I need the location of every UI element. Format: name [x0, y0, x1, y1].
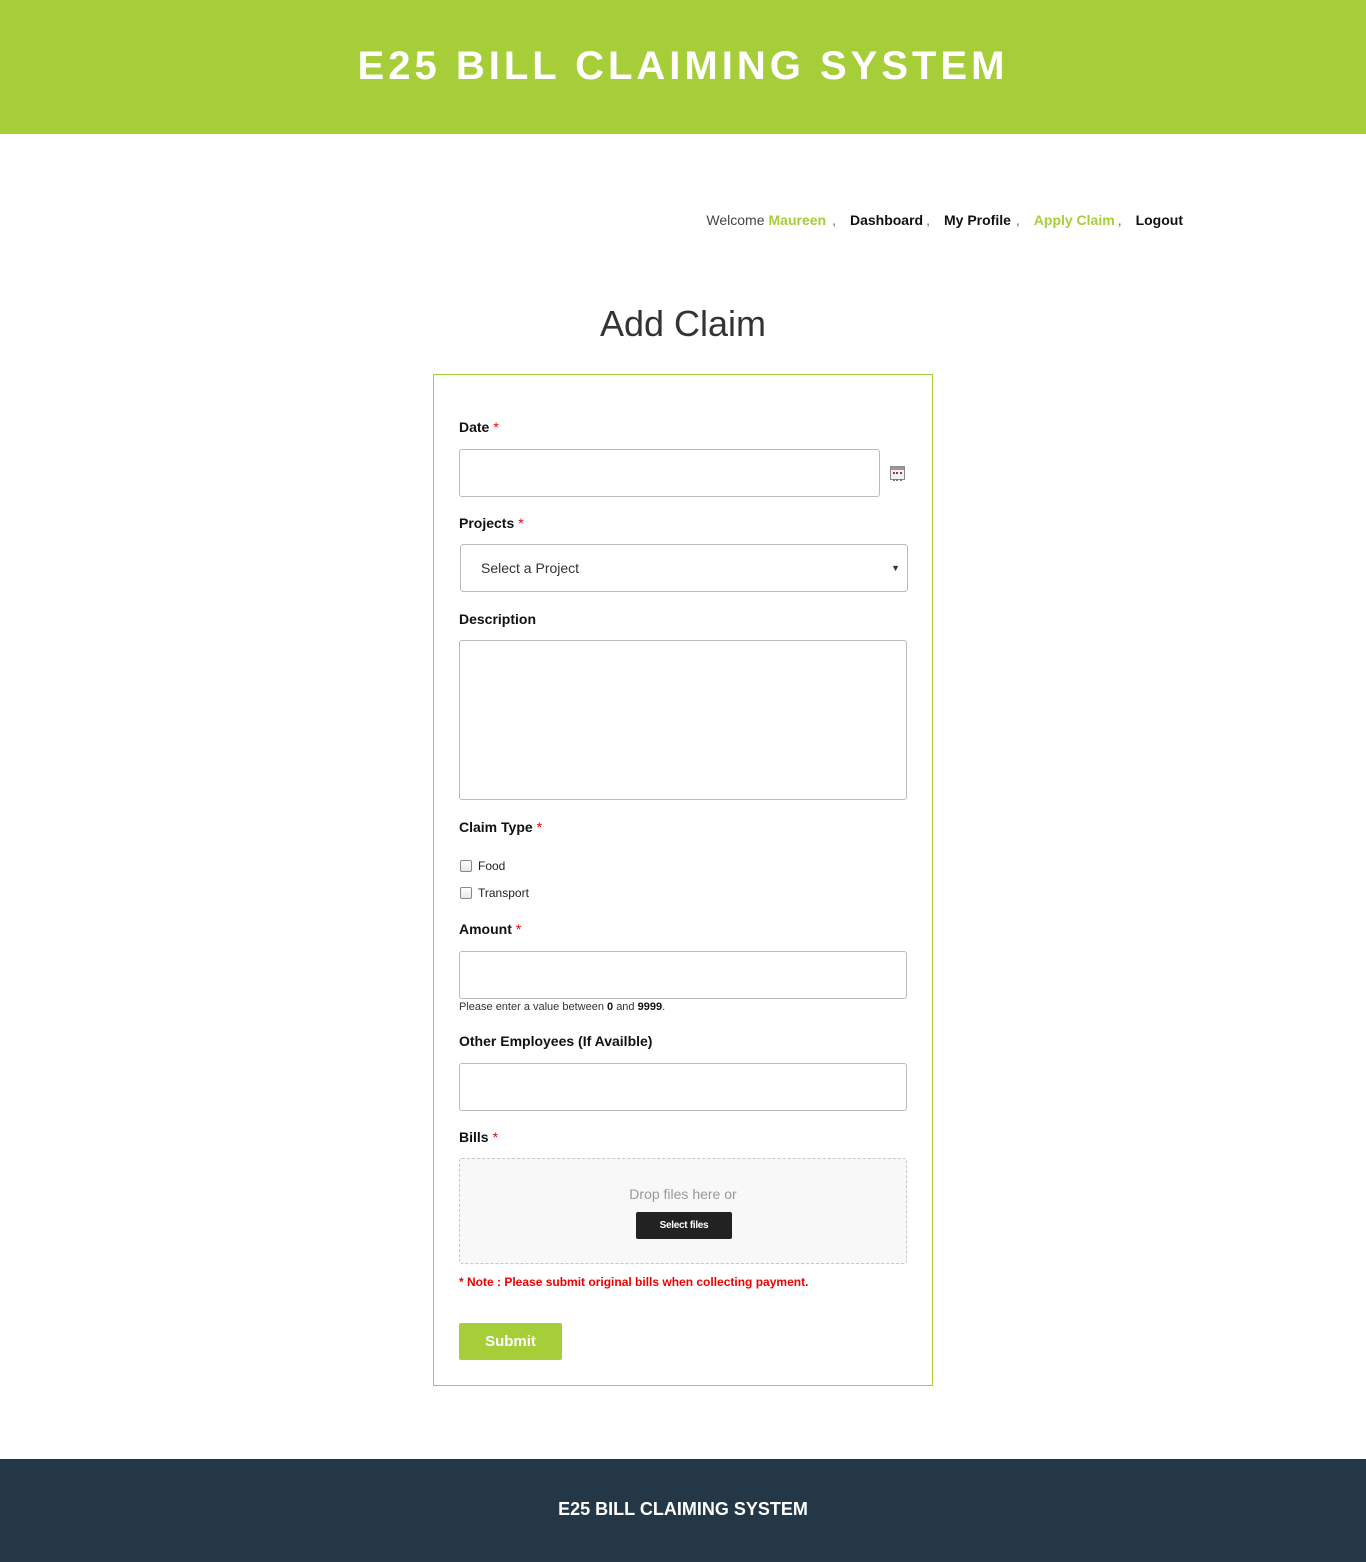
username: Maureen	[768, 212, 827, 228]
required-mark: *	[518, 515, 524, 531]
projects-label: Projects *	[459, 515, 524, 531]
site-footer: E25 BILL CLAIMING SYSTEM	[0, 1459, 1366, 1562]
description-label: Description	[459, 611, 537, 627]
payment-note: * Note : Please submit original bills wh…	[459, 1275, 809, 1289]
calendar-icon[interactable]	[890, 466, 905, 481]
site-header: E25 BILL CLAIMING SYSTEM	[0, 0, 1366, 134]
submit-button[interactable]: Submit	[459, 1323, 562, 1360]
required-mark: *	[515, 921, 522, 937]
nav-separator: ,	[1015, 212, 1020, 228]
nav-apply-claim-link[interactable]: Apply Claim	[1034, 212, 1115, 228]
required-mark: *	[492, 1129, 499, 1145]
nav-my-profile-link[interactable]: My Profile	[944, 212, 1011, 228]
welcome-text: Welcome	[706, 212, 765, 228]
bills-dropzone[interactable]: Drop files here or Select files	[459, 1158, 907, 1264]
required-mark: *	[536, 819, 543, 835]
bills-label: Bills *	[459, 1129, 499, 1145]
food-label: Food	[478, 859, 506, 873]
amount-hint: Please enter a value between 0 and 9999.	[459, 1001, 666, 1013]
claim-type-food[interactable]: Food	[460, 859, 505, 873]
page-title: Add Claim	[599, 303, 767, 344]
projects-selected-value: Select a Project	[481, 560, 580, 576]
amount-input[interactable]	[459, 951, 907, 999]
nav-separator: ,	[926, 212, 930, 228]
site-title: E25 BILL CLAIMING SYSTEM	[357, 44, 1009, 88]
other-employees-label: Other Employees (If Availble)	[459, 1033, 653, 1049]
footer-title: E25 BILL CLAIMING SYSTEM	[558, 1498, 808, 1519]
claim-type-label: Claim Type *	[459, 819, 543, 835]
required-mark: *	[493, 419, 499, 435]
claim-type-transport[interactable]: Transport	[460, 886, 529, 900]
nav-separator: ,	[832, 212, 836, 228]
amount-label: Amount *	[459, 921, 522, 937]
date-input[interactable]	[459, 449, 880, 497]
select-files-button[interactable]: Select files	[636, 1212, 732, 1239]
transport-label: Transport	[478, 886, 529, 900]
food-checkbox[interactable]	[460, 860, 472, 872]
other-employees-input[interactable]	[459, 1063, 907, 1111]
projects-select[interactable]: Select a Project ▼	[460, 544, 908, 592]
description-textarea[interactable]	[459, 640, 907, 800]
date-label: Date *	[459, 419, 499, 435]
dropzone-text: Drop files here or	[629, 1186, 737, 1202]
top-nav: Welcome Maureen , Dashboard , My Profile…	[706, 212, 1183, 228]
nav-separator: ,	[1117, 212, 1122, 228]
nav-dashboard-link[interactable]: Dashboard	[850, 212, 923, 228]
nav-logout-link[interactable]: Logout	[1136, 212, 1183, 228]
add-claim-form: Date * Projects * Select a Project ▼ Descr…	[433, 374, 933, 1386]
dropdown-arrow-icon: ▼	[891, 563, 900, 573]
transport-checkbox[interactable]	[460, 887, 472, 899]
